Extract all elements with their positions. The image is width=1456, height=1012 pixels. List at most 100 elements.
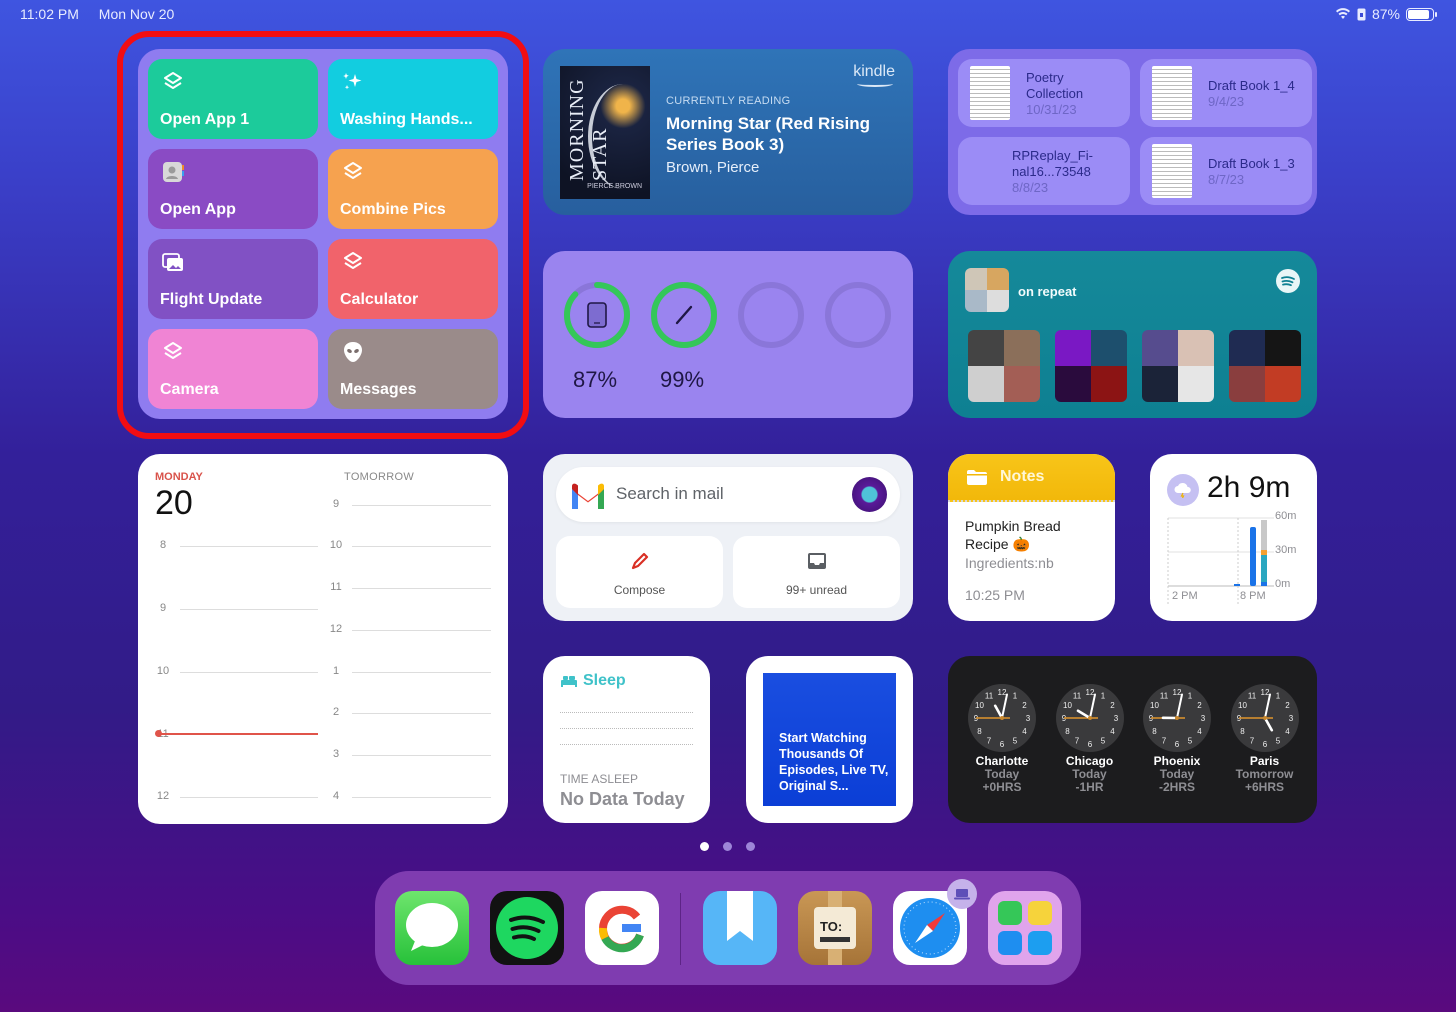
- usage-bar-9pm-other: [1261, 520, 1267, 550]
- status-bar-left: 11:02 PM Mon Nov 20: [20, 6, 190, 22]
- svg-text:5: 5: [1100, 737, 1105, 746]
- files-widget: Poetry Collection 10/31/23 Draft Book 1_4 9…: [948, 49, 1317, 215]
- spotify-widget[interactable]: on repeat: [948, 251, 1317, 418]
- calendar-hour-label: 10: [329, 539, 343, 551]
- calendar-hour-label: 9: [159, 602, 167, 614]
- shortcut-camera[interactable]: Camera: [148, 329, 318, 409]
- y-label-0: 0m: [1275, 578, 1291, 590]
- page-dot[interactable]: [723, 842, 732, 851]
- kindle-widget[interactable]: MORNING STAR PIERCE BROWN kindle CURRENT…: [543, 49, 913, 215]
- svg-text:12: 12: [1085, 688, 1094, 697]
- handoff-badge[interactable]: [947, 879, 977, 909]
- calendar-hour-line: [352, 588, 491, 589]
- recent-file[interactable]: RPReplay_Fi-nal16...73548 8/8/23: [958, 137, 1130, 205]
- shortcut-washing-hands[interactable]: Washing Hands...: [328, 59, 498, 139]
- svg-text:5: 5: [1188, 737, 1193, 746]
- svg-text:1: 1: [1100, 692, 1105, 701]
- hour-hand: [993, 704, 1004, 720]
- screen-time-app-icon: [1167, 474, 1199, 506]
- album-mix-3[interactable]: [1142, 330, 1214, 402]
- inbox-icon: [807, 553, 826, 569]
- shortcut-label: Flight Update: [160, 291, 263, 308]
- current-time-indicator: [155, 730, 318, 737]
- screen-time-widget[interactable]: 2h 9m 60m 30m 0m 2 PM 8 PM: [1150, 454, 1317, 621]
- analog-clock: 123456789101112: [1143, 684, 1211, 752]
- dock-app-google[interactable]: [585, 891, 659, 965]
- calendar-hour-label: 1: [332, 665, 340, 677]
- recent-file[interactable]: Draft Book 1_3 8/7/23: [1140, 137, 1312, 205]
- calendar-hour-line: [352, 630, 491, 631]
- usage-bar-9pm-teal: [1261, 555, 1267, 582]
- usage-bar-9pm-blue: [1261, 582, 1267, 586]
- spotify-icon: [1276, 269, 1300, 293]
- svg-text:7: 7: [987, 737, 992, 746]
- playlist-cover: [965, 268, 1009, 312]
- svg-text:8: 8: [1152, 727, 1157, 736]
- minute-hand: [1263, 693, 1271, 719]
- shortcuts-icon: [160, 339, 186, 365]
- calendar-hour-line: [180, 546, 318, 547]
- gmail-search-bar[interactable]: Search in mail: [556, 467, 900, 522]
- dock-app-bookmark[interactable]: [703, 891, 777, 965]
- account-avatar[interactable]: [852, 477, 887, 512]
- battery-percent: 87%: [573, 367, 618, 392]
- dock-app-spotify[interactable]: [490, 891, 564, 965]
- compose-button[interactable]: Compose: [556, 536, 723, 608]
- album-mix-4[interactable]: [1229, 330, 1301, 402]
- gmail-widget: Search in mail Compose 99+ unread: [543, 454, 913, 621]
- calendar-hour-label: 11: [330, 581, 342, 593]
- calendar-hour-label: 8: [159, 539, 167, 551]
- calendar-hour-label: 3: [332, 748, 340, 760]
- streaming-promo-widget[interactable]: Start Watching Thousands Of Episodes, Li…: [746, 656, 913, 823]
- battery-percent: 99%: [660, 367, 705, 392]
- dock-app-deliveries[interactable]: TO:: [798, 891, 872, 965]
- sparkles-icon: [340, 69, 366, 95]
- sleep-widget[interactable]: Sleep TIME ASLEEP No Data Today: [543, 656, 710, 823]
- photos-icon: [160, 249, 186, 275]
- page-indicator[interactable]: [700, 842, 755, 851]
- x-label-2pm: 2 PM: [1172, 590, 1198, 602]
- svg-text:7: 7: [1074, 737, 1079, 746]
- shortcut-open-app[interactable]: Open App: [148, 149, 318, 229]
- dock-app-library[interactable]: [988, 891, 1062, 965]
- recent-file[interactable]: Poetry Collection 10/31/23: [958, 59, 1130, 127]
- shortcut-combine-pics[interactable]: Combine Pics: [328, 149, 498, 229]
- dock-app-messages[interactable]: [395, 891, 469, 965]
- note-snippet: Ingredients:nb: [965, 555, 1054, 571]
- album-mix-2[interactable]: [1055, 330, 1127, 402]
- status-time: 11:02 PM: [20, 6, 79, 22]
- svg-text:10: 10: [1150, 701, 1159, 710]
- world-clock-widget[interactable]: 123456789101112CharlotteToday+0HRS123456…: [948, 656, 1317, 823]
- book-title: Morning Star (Red Rising Series Book 3): [666, 114, 870, 154]
- time-asleep-value: No Data Today: [560, 789, 685, 809]
- gmail-search-input[interactable]: Search in mail: [616, 484, 724, 504]
- svg-text:12: 12: [1173, 688, 1182, 697]
- gmail-logo-icon: [572, 483, 604, 509]
- shortcuts-icon: [340, 249, 366, 275]
- page-dot[interactable]: [746, 842, 755, 851]
- shortcut-calculator[interactable]: Calculator: [328, 239, 498, 319]
- package-icon: TO:: [814, 891, 856, 965]
- shortcut-open-app-1[interactable]: Open App 1: [148, 59, 318, 139]
- shortcut-flight-update[interactable]: Flight Update: [148, 239, 318, 319]
- shortcut-messages[interactable]: Messages: [328, 329, 498, 409]
- unread-button[interactable]: 99+ unread: [733, 536, 900, 608]
- alien-icon: [340, 339, 366, 365]
- y-label-30: 30m: [1275, 544, 1297, 556]
- file-name: Draft Book 1_3: [1208, 155, 1295, 171]
- calendar-tomorrow-label: TOMORROW: [344, 471, 415, 483]
- page-dot[interactable]: [700, 842, 709, 851]
- usage-bar-small: [1234, 584, 1240, 586]
- album-mix-1[interactable]: [968, 330, 1040, 402]
- svg-text:2: 2: [1110, 701, 1115, 710]
- laptop-icon: [954, 889, 970, 900]
- recent-file[interactable]: Draft Book 1_4 9/4/23: [1140, 59, 1312, 127]
- clock-offset: +0HRS: [982, 780, 1022, 794]
- file-name: Draft Book 1_4: [1208, 77, 1295, 93]
- shortcut-label: Calculator: [340, 291, 419, 308]
- calendar-widget[interactable]: MONDAY 20 TOMORROW 8910111291011121234: [138, 454, 508, 824]
- svg-text:10: 10: [1238, 701, 1247, 710]
- messages-icon: [406, 903, 458, 951]
- notes-widget[interactable]: Notes Pumpkin Bread Recipe 🎃 Ingredients…: [948, 454, 1115, 621]
- shortcut-label: Open App 1: [160, 111, 250, 128]
